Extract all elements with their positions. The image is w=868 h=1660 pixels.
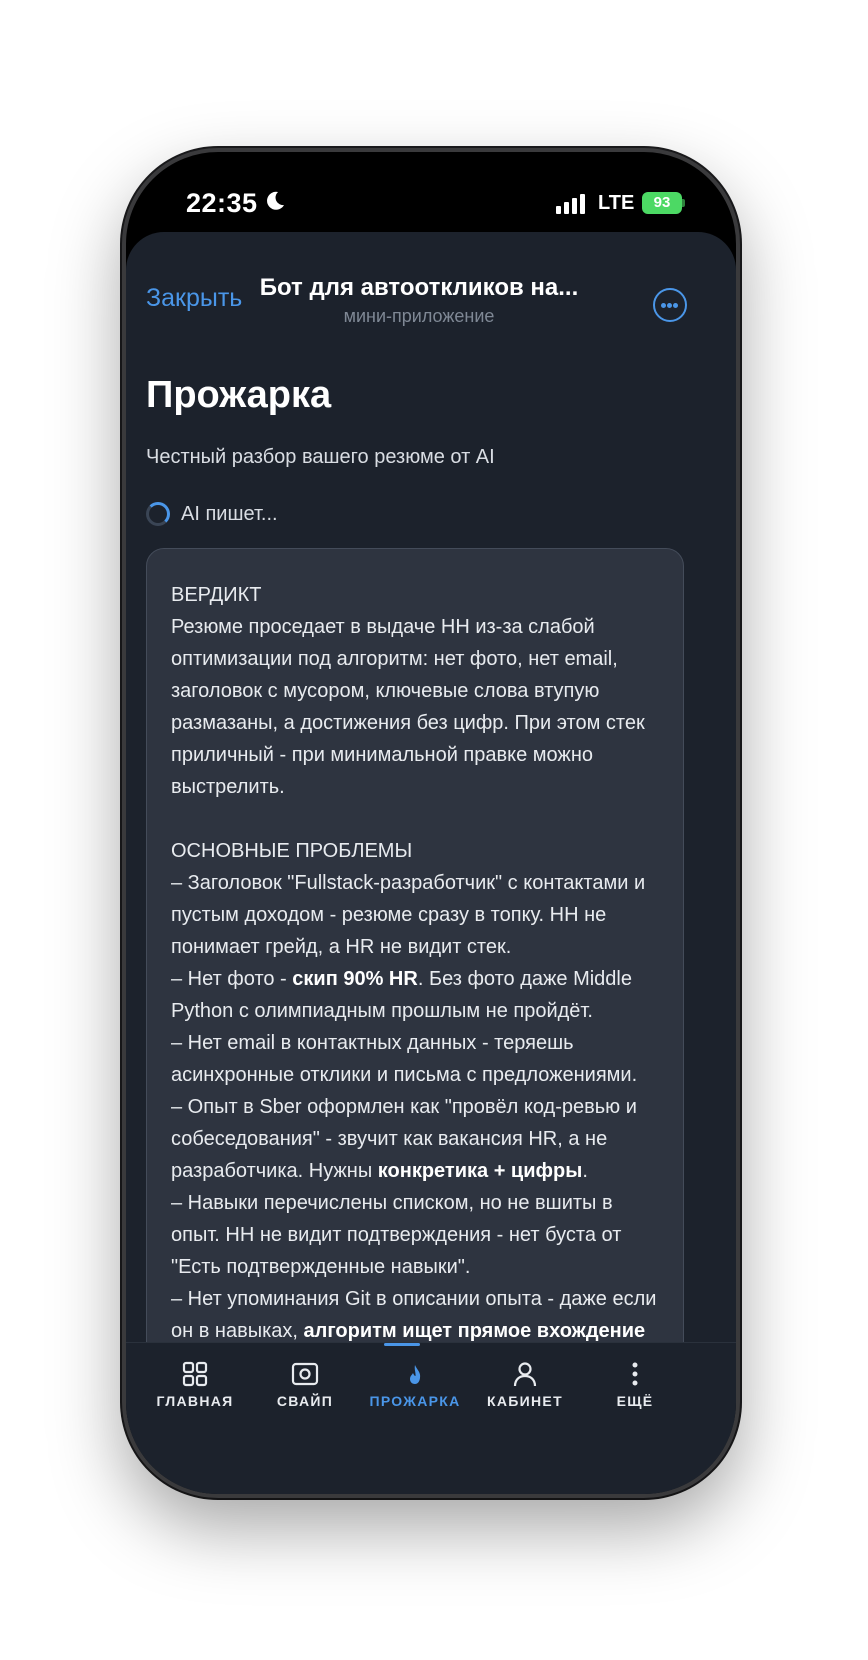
problem-text: . [582,1160,588,1182]
problem-item: – Нет упоминания Git в описании опыта - … [171,1283,661,1342]
person-icon [513,1362,537,1387]
network-label: LTE [598,192,635,214]
mini-app-sheet: Закрыть Бот для автооткликов на... мини-… [126,232,736,1494]
signal-icon [556,194,585,214]
tab-swipe[interactable]: СВАЙП [250,1361,360,1409]
tab-label: КАБИНЕТ [487,1393,563,1409]
more-vertical-icon [632,1362,638,1386]
verdict-heading: ВЕРДИКТ [171,584,262,606]
moon-icon [267,191,284,210]
problem-highlight: алгоритм ищет прямое вхождение [303,1320,646,1342]
problem-item: – Навыки перечислены списком, но не вшит… [171,1192,622,1278]
problem-highlight: скип 90% HR [292,968,418,990]
bottom-tab-bar: ГЛАВНАЯ СВАЙП ПРОЖАРКА КАБИНЕТ ЕЩЁ [126,1342,736,1494]
flame-icon [410,1365,421,1384]
problem-highlight: конкретика + цифры [377,1160,583,1182]
page-title: Прожарка [146,374,332,416]
active-tab-indicator [384,1343,420,1346]
tab-home[interactable]: ГЛАВНАЯ [140,1361,250,1409]
close-button[interactable]: Закрыть [146,284,242,313]
dot-icon [667,303,672,308]
problem-item: – Нет фото - скип 90% HR. Без фото даже … [171,963,661,1027]
mini-app-header: Закрыть Бот для автооткликов на... мини-… [126,232,736,332]
status-time: 22:35 [186,188,258,218]
problems-heading: ОСНОВНЫЕ ПРОБЛЕМЫ [171,840,413,862]
roast-result-card: ВЕРДИКТ Резюме проседает в выдаче HH из-… [146,548,684,1342]
page-content[interactable]: Прожарка Честный разбор вашего резюме от… [126,332,736,1342]
tab-more[interactable]: ЕЩЁ [580,1361,690,1409]
problem-item: – Заголовок "Fullstack-разработчик" с ко… [171,872,646,958]
grid-icon [182,1361,208,1387]
tab-label: ПРОЖАРКА [369,1393,461,1409]
app-title: Бот для автооткликов на... [259,274,579,301]
battery-cap [682,199,685,207]
generation-status: AI пишет... [181,503,278,525]
more-options-button[interactable] [653,288,687,322]
tab-label: СВАЙП [276,1393,334,1409]
tab-label: ГЛАВНАЯ [156,1393,234,1409]
dot-icon [661,303,666,308]
phone-frame: 22:35 LTE 93 Закрыть Бот для автоотклико… [122,148,740,1498]
app-subtitle: мини-приложение [343,306,495,326]
battery-indicator: 93 [642,192,682,214]
status-bar: 22:35 LTE 93 [126,152,736,240]
problem-item: – Нет email в контактных данных - теряеш… [171,1032,638,1086]
problem-item: – Опыт в Sber оформлен как "провёл код-р… [171,1091,661,1187]
problem-text: – Нет фото - [171,968,293,990]
tab-cabinet[interactable]: КАБИНЕТ [470,1361,580,1409]
dot-icon [673,303,678,308]
tab-roast[interactable]: ПРОЖАРКА [360,1361,470,1409]
verdict-text: Резюме проседает в выдаче HH из-за слабо… [171,616,645,798]
loading-spinner-icon [146,502,170,526]
swipe-card-icon [291,1362,319,1386]
tab-label: ЕЩЁ [616,1393,654,1409]
page-subtitle: Честный разбор вашего резюме от AI [146,446,495,468]
